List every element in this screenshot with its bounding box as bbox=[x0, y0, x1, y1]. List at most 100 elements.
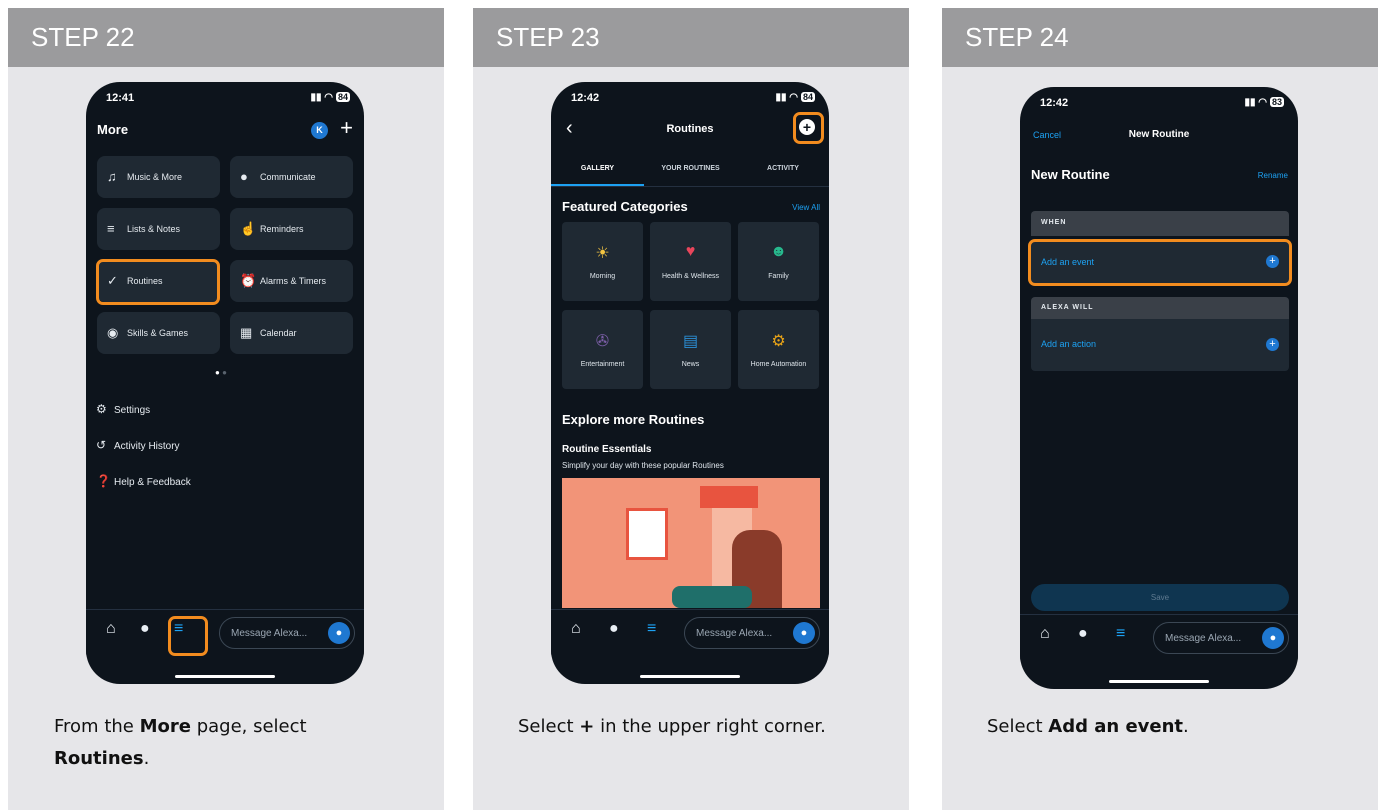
add-action-row[interactable]: Add an action + bbox=[1031, 319, 1289, 371]
menu-activity-history[interactable]: ↺ Activity History bbox=[96, 438, 180, 452]
caption-bold: More bbox=[139, 716, 191, 737]
alexa-will-section-header: ALEXA WILL bbox=[1031, 297, 1289, 319]
category-news[interactable]: ▤ News bbox=[650, 310, 731, 389]
tile-label: Lists & Notes bbox=[127, 224, 181, 234]
tile-communicate[interactable]: ● Communicate bbox=[230, 156, 353, 198]
step-caption: Select + in the upper right corner. bbox=[518, 711, 858, 743]
lightbulb-icon[interactable]: ● bbox=[609, 620, 619, 638]
category-health-wellness[interactable]: ♥ Health & Wellness bbox=[650, 222, 731, 301]
newspaper-icon: ▤ bbox=[682, 333, 699, 350]
film-reel-icon: ✇ bbox=[595, 333, 610, 350]
home-indicator bbox=[175, 675, 275, 678]
signal-wifi-icon: ▮▮ ◠ 84 bbox=[775, 92, 815, 103]
picture-frame-image bbox=[626, 508, 668, 560]
category-family[interactable]: ☻ Family bbox=[738, 222, 819, 301]
tile-reminders[interactable]: ☝ Reminders bbox=[230, 208, 353, 250]
tab-activity[interactable]: ACTIVITY bbox=[737, 165, 829, 172]
menu-help-feedback[interactable]: ❓ Help & Feedback bbox=[96, 474, 191, 488]
step-header: STEP 22 bbox=[8, 8, 444, 67]
step-22-panel: STEP 22 12:41 ▮▮ ◠ 84 More K + ♫ Music & M… bbox=[8, 8, 444, 810]
home-indicator bbox=[1109, 680, 1209, 683]
battery-icon: 83 bbox=[1269, 97, 1284, 107]
home-icon[interactable]: ⌂ bbox=[106, 620, 116, 638]
view-all-link[interactable]: View All bbox=[792, 203, 820, 212]
smiley-icon: ☻ bbox=[770, 243, 787, 260]
home-icon[interactable]: ⌂ bbox=[571, 620, 581, 638]
step-header: STEP 23 bbox=[473, 8, 909, 67]
step-header: STEP 24 bbox=[942, 8, 1378, 67]
tile-label: Skills & Games bbox=[127, 328, 189, 338]
step-caption: From the More page, select Routines. bbox=[54, 711, 394, 775]
featured-heading: Featured Categories bbox=[562, 199, 688, 214]
save-button[interactable]: Save bbox=[1031, 584, 1289, 611]
calendar-icon: ▦ bbox=[240, 325, 253, 340]
microphone-icon[interactable]: ● bbox=[328, 622, 350, 644]
microphone-icon[interactable]: ● bbox=[1262, 627, 1284, 649]
signal-wifi-icon: ▮▮ ◠ 83 bbox=[1244, 97, 1284, 108]
tile-label: Reminders bbox=[260, 224, 304, 234]
microphone-icon[interactable]: ● bbox=[793, 622, 815, 644]
status-time: 12:42 bbox=[1040, 97, 1069, 109]
category-label: News bbox=[681, 361, 700, 368]
sun-icon: ☀ bbox=[595, 245, 610, 262]
status-bar: 12:42 ▮▮ ◠ 84 bbox=[551, 90, 829, 110]
status-time: 12:41 bbox=[106, 92, 135, 104]
heart-pulse-icon: ♥ bbox=[685, 243, 696, 260]
lightbulb-icon[interactable]: ● bbox=[1078, 625, 1088, 643]
message-alexa-input[interactable]: Message Alexa... ● bbox=[684, 617, 820, 649]
save-label: Save bbox=[1150, 593, 1170, 602]
menu-settings[interactable]: ⚙ Settings bbox=[96, 402, 150, 416]
menu-label: Help & Feedback bbox=[114, 477, 191, 488]
chat-bubble-icon: ● bbox=[240, 169, 248, 184]
avatar[interactable]: K bbox=[311, 122, 328, 139]
tab-gallery[interactable]: GALLERY bbox=[551, 165, 644, 172]
essentials-heading: Routine Essentials bbox=[562, 444, 652, 455]
status-time: 12:42 bbox=[571, 92, 600, 104]
step-24-panel: STEP 24 12:42 ▮▮ ◠ 83 Cancel New Routine … bbox=[942, 8, 1378, 810]
add-action-label: Add an action bbox=[1041, 339, 1097, 349]
tile-alarms-timers[interactable]: ⏰ Alarms & Timers bbox=[230, 260, 353, 302]
home-icon[interactable]: ⌂ bbox=[1040, 625, 1050, 643]
highlight-routines bbox=[96, 259, 220, 305]
phone-screenshot-new-routine: 12:42 ▮▮ ◠ 83 Cancel New Routine New Rout… bbox=[1020, 87, 1298, 689]
tab-your-routines[interactable]: YOUR ROUTINES bbox=[644, 165, 737, 172]
category-home-automation[interactable]: ⚙ Home Automation bbox=[738, 310, 819, 389]
category-morning[interactable]: ☀ Morning bbox=[562, 222, 643, 301]
tile-label: Calendar bbox=[260, 328, 297, 338]
list-icon: ≡ bbox=[107, 221, 115, 236]
message-alexa-input[interactable]: Message Alexa... ● bbox=[219, 617, 355, 649]
phone-screenshot-routines: 12:42 ▮▮ ◠ 84 ‹ Routines + GALLERY YOUR R… bbox=[551, 82, 829, 684]
more-menu-icon[interactable]: ≡ bbox=[647, 620, 656, 638]
home-indicator bbox=[640, 675, 740, 678]
message-placeholder: Message Alexa... bbox=[696, 628, 773, 639]
skills-badge-icon: ◉ bbox=[107, 325, 119, 340]
add-circle-icon[interactable]: + bbox=[1266, 338, 1279, 351]
page-dots: ● ● bbox=[215, 368, 227, 377]
hand-pointer-icon: ☝ bbox=[240, 221, 257, 236]
highlight-add-event bbox=[1028, 239, 1292, 286]
tile-music-more[interactable]: ♫ Music & More bbox=[97, 156, 220, 198]
category-label: Entertainment bbox=[580, 361, 625, 368]
category-entertainment[interactable]: ✇ Entertainment bbox=[562, 310, 643, 389]
category-label: Morning bbox=[589, 273, 616, 280]
more-menu-icon[interactable]: ≡ bbox=[1116, 625, 1125, 643]
message-alexa-input[interactable]: Message Alexa... ● bbox=[1153, 622, 1289, 654]
caption-text: Select bbox=[987, 716, 1049, 737]
caption-text: Select bbox=[518, 716, 580, 737]
rename-button[interactable]: Rename bbox=[1258, 171, 1288, 180]
caption-text: page, select bbox=[190, 716, 307, 737]
caption-text: From the bbox=[54, 716, 140, 737]
highlight-add-button bbox=[793, 112, 824, 144]
highlight-more-tab bbox=[168, 616, 208, 656]
category-label: Home Automation bbox=[750, 361, 807, 368]
battery-icon: 84 bbox=[800, 92, 815, 102]
caption-bold: Routines bbox=[54, 748, 144, 769]
step-23-panel: STEP 23 12:42 ▮▮ ◠ 84 ‹ Routines + GALLER… bbox=[473, 8, 909, 810]
tile-skills-games[interactable]: ◉ Skills & Games bbox=[97, 312, 220, 354]
tile-calendar[interactable]: ▦ Calendar bbox=[230, 312, 353, 354]
bottom-nav: ⌂ ● ≡ Message Alexa... ● bbox=[1020, 614, 1298, 661]
routine-essentials-illustration[interactable] bbox=[562, 478, 820, 608]
tile-lists-notes[interactable]: ≡ Lists & Notes bbox=[97, 208, 220, 250]
add-icon[interactable]: + bbox=[340, 115, 353, 141]
lightbulb-icon[interactable]: ● bbox=[140, 620, 150, 638]
